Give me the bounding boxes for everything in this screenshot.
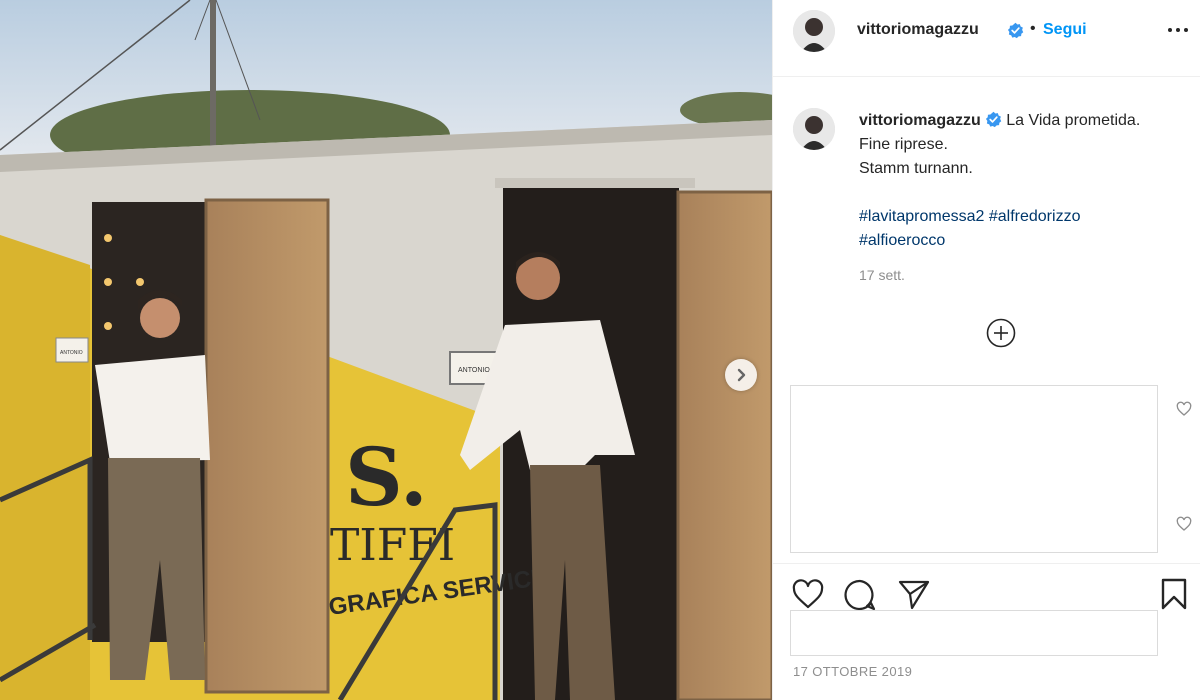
comments-list <box>790 385 1158 553</box>
post-photo[interactable]: S. TIFFI GRAFICA SERVICE ANTONIO ANTONIO <box>0 0 772 700</box>
verified-badge-icon <box>985 111 1002 128</box>
next-photo-button[interactable] <box>725 359 757 391</box>
avatar-image <box>793 10 835 52</box>
caption-text: vittoriomagazzu La Vida prometida. Fine … <box>859 109 1189 253</box>
chevron-right-icon <box>737 368 746 382</box>
hashtag-link[interactable]: #alfioerocco <box>859 232 945 249</box>
avatar[interactable] <box>793 10 835 52</box>
plus-circle-icon[interactable] <box>986 318 1016 348</box>
caption-line-2: Fine riprese. <box>859 136 948 153</box>
hashtag-link[interactable]: #lavitapromessa2 <box>859 208 984 225</box>
hashtag-list: #lavitapromessa2 #alfredorizzo #alfioero… <box>859 205 1159 253</box>
caption-line-3: Stamm turnann. <box>859 160 973 177</box>
paper-plane-icon[interactable] <box>897 578 931 612</box>
likes-section <box>790 610 1158 656</box>
post-side-panel: vittoriomagazzu • Segui vittoriomagazzu <box>772 0 1200 700</box>
truck-logo-text: S. <box>345 430 428 524</box>
action-bar: 17 OTTOBRE 2019 <box>773 563 1200 700</box>
comment-bubble-icon[interactable] <box>843 578 877 612</box>
door-sign-center: ANTONIO <box>458 367 490 374</box>
avatar-image <box>793 108 835 150</box>
separator-dot: • <box>1030 20 1036 37</box>
caption-line-1: La Vida prometida. <box>1006 112 1141 129</box>
heart-icon[interactable] <box>1176 516 1192 532</box>
caption-username-link[interactable]: vittoriomagazzu <box>859 112 981 129</box>
caption-age[interactable]: 17 sett. <box>859 267 905 283</box>
post-header: vittoriomagazzu • Segui <box>773 0 1200 77</box>
caption-avatar[interactable] <box>793 108 835 150</box>
heart-icon[interactable] <box>1176 401 1192 417</box>
door-sign-left: ANTONIO <box>60 350 83 356</box>
username-link[interactable]: vittoriomagazzu <box>857 21 979 39</box>
more-options-icon <box>1168 28 1172 32</box>
post-image: S. TIFFI GRAFICA SERVICE ANTONIO ANTONIO <box>0 0 772 700</box>
bookmark-icon[interactable] <box>1157 577 1191 611</box>
more-options-button[interactable] <box>1166 20 1190 40</box>
verified-badge-icon <box>1007 22 1024 39</box>
hashtag-link[interactable]: #alfredorizzo <box>989 208 1081 225</box>
heart-icon[interactable] <box>791 578 825 612</box>
follow-button[interactable]: Segui <box>1043 21 1087 39</box>
post-timestamp[interactable]: 17 OTTOBRE 2019 <box>793 664 912 679</box>
